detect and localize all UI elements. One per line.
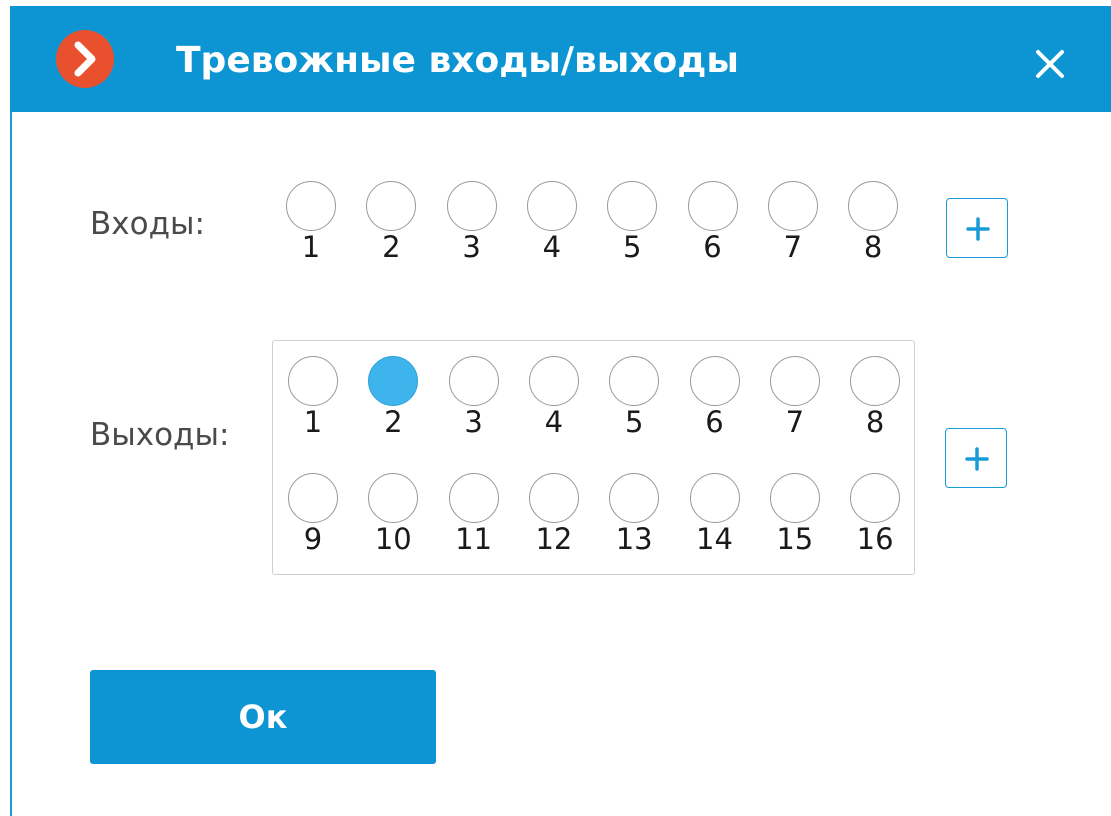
input-6[interactable]: 6 — [686, 181, 742, 277]
output-number: 13 — [615, 522, 653, 556]
outputs-label: Выходы: — [90, 417, 230, 453]
add-output-button[interactable] — [945, 428, 1007, 488]
output-14[interactable]: 14 — [688, 473, 744, 569]
output-3[interactable]: 3 — [447, 356, 503, 452]
output-12[interactable]: 12 — [527, 473, 583, 569]
output-indicator — [448, 473, 499, 523]
output-indicator — [609, 356, 660, 406]
input-number: 7 — [783, 230, 803, 264]
input-indicator — [446, 181, 497, 231]
output-indicator — [689, 473, 740, 523]
input-indicator — [687, 181, 738, 231]
output-1[interactable]: 1 — [286, 356, 342, 452]
input-indicator — [767, 181, 818, 231]
input-number: 2 — [382, 230, 401, 264]
add-input-button[interactable] — [946, 198, 1008, 258]
input-2[interactable]: 2 — [364, 181, 420, 277]
output-number: 5 — [624, 405, 644, 439]
output-10[interactable]: 10 — [366, 473, 422, 569]
output-11[interactable]: 11 — [447, 473, 503, 569]
input-3[interactable]: 3 — [445, 181, 501, 277]
output-number: 10 — [374, 522, 412, 556]
close-button[interactable] — [1024, 38, 1076, 90]
output-indicator — [850, 356, 901, 406]
input-5[interactable]: 5 — [605, 181, 661, 277]
output-15[interactable]: 15 — [768, 473, 824, 569]
output-number: 7 — [785, 405, 805, 439]
output-number: 11 — [455, 522, 493, 556]
output-number: 9 — [303, 522, 323, 556]
input-indicator — [607, 181, 658, 231]
output-number: 15 — [776, 522, 814, 556]
input-indicator — [366, 181, 417, 231]
input-indicator — [526, 181, 577, 231]
output-number: 12 — [535, 522, 573, 556]
input-indicator — [286, 181, 336, 231]
output-number: 6 — [705, 405, 724, 439]
output-number: 2 — [384, 405, 403, 439]
output-number: 1 — [303, 405, 323, 439]
output-number: 16 — [856, 522, 894, 556]
input-number: 8 — [863, 230, 883, 264]
output-indicator — [288, 473, 338, 523]
output-13[interactable]: 13 — [607, 473, 663, 569]
dialog-border — [10, 112, 12, 816]
input-number: 5 — [622, 230, 642, 264]
app-logo-chevron-icon — [56, 30, 114, 88]
output-number: 8 — [865, 405, 885, 439]
output-indicator — [368, 356, 419, 406]
output-2[interactable]: 2 — [366, 356, 422, 452]
input-4[interactable]: 4 — [525, 181, 581, 277]
output-indicator — [448, 356, 499, 406]
output-number: 14 — [696, 522, 733, 556]
output-indicator — [528, 356, 579, 406]
output-6[interactable]: 6 — [688, 356, 744, 452]
input-7[interactable]: 7 — [766, 181, 822, 277]
close-icon — [1036, 50, 1064, 78]
input-8[interactable]: 8 — [846, 181, 902, 277]
output-indicator — [288, 356, 338, 406]
output-number: 4 — [544, 405, 564, 439]
output-5[interactable]: 5 — [607, 356, 663, 452]
inputs-label: Входы: — [90, 206, 205, 242]
output-indicator — [850, 473, 901, 523]
output-9[interactable]: 9 — [286, 473, 342, 569]
ok-button[interactable]: Ок — [90, 670, 436, 764]
output-16[interactable]: 16 — [848, 473, 904, 569]
input-number: 1 — [301, 230, 321, 264]
output-indicator — [368, 473, 419, 523]
input-number: 4 — [542, 230, 562, 264]
output-8[interactable]: 8 — [848, 356, 904, 452]
input-number: 3 — [462, 230, 481, 264]
plus-icon — [966, 217, 990, 241]
output-number: 3 — [464, 405, 483, 439]
plus-icon — [965, 447, 989, 471]
output-indicator — [528, 473, 579, 523]
input-indicator — [848, 181, 899, 231]
input-number: 6 — [703, 230, 722, 264]
output-indicator — [769, 356, 820, 406]
output-7[interactable]: 7 — [768, 356, 824, 452]
output-indicator — [769, 473, 820, 523]
output-indicator — [609, 473, 660, 523]
output-4[interactable]: 4 — [527, 356, 583, 452]
alarm-io-dialog: Тревожные входы/выходы Входы: 12345678 В… — [0, 0, 1111, 816]
input-1[interactable]: 1 — [284, 181, 340, 277]
dialog-title: Тревожные входы/выходы — [176, 40, 739, 81]
output-indicator — [689, 356, 740, 406]
